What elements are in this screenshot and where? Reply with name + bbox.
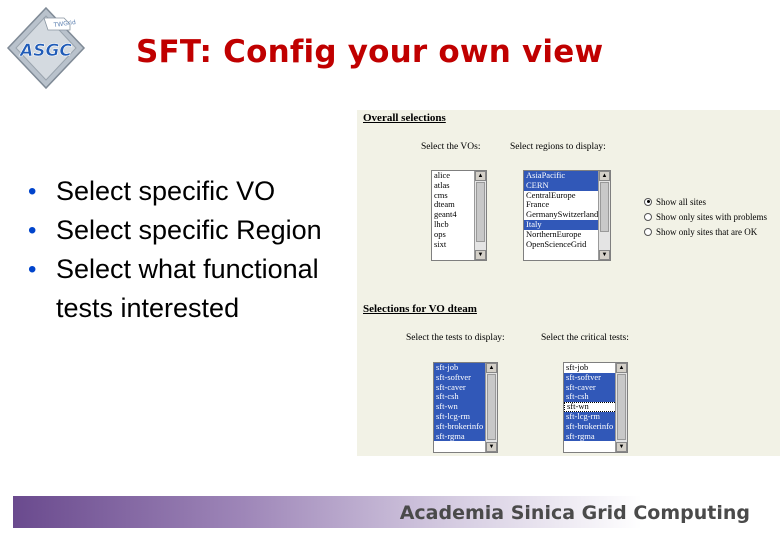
tests-listbox-scrollbar[interactable]: ▲ ▼ (485, 363, 497, 452)
bullet-dot-icon: • (28, 217, 37, 244)
vo-listbox[interactable]: alice atlas cms dteam geant4 lhcb ops sixt ▲ ▼ (431, 170, 487, 261)
site-filter-radio[interactable]: Show only sites with problems (644, 209, 767, 224)
slide-title: SFT: Config your own view (136, 34, 604, 70)
scroll-thumb[interactable] (487, 374, 496, 440)
scroll-thumb[interactable] (617, 374, 626, 440)
overall-selections-title: Overall selections (363, 112, 446, 124)
bullet-list: • Select specific VO • Select specific Reg… (28, 172, 358, 328)
config-screenshot-panel: Overall selections Select the VOs: Selec… (357, 110, 780, 456)
scroll-down-arrow-icon[interactable]: ▼ (475, 250, 486, 260)
bullet-item: • Select what functional tests interested (28, 250, 358, 328)
bullet-dot-icon: • (28, 256, 37, 283)
scroll-down-arrow-icon[interactable]: ▼ (486, 442, 497, 452)
footer-banner: Academia Sinica Grid Computing (13, 496, 780, 528)
footer-text: Academia Sinica Grid Computing (399, 502, 750, 524)
regions-listbox[interactable]: AsiaPacific CERN CentralEurope France German… (523, 170, 611, 261)
tests-select-label: Select the tests to display: (406, 333, 505, 343)
radio-label: Show all sites (656, 196, 707, 207)
radio-label: Show only sites with problems (656, 211, 768, 222)
scroll-up-arrow-icon[interactable]: ▲ (599, 171, 610, 181)
bullet-item: • Select specific VO (28, 172, 358, 211)
asgc-logo: TWGrid ASGC (6, 6, 86, 90)
site-filter-radio-group: Show all sites Show only sites with probl… (644, 194, 767, 239)
bullet-dot-icon: • (28, 178, 37, 205)
scroll-up-arrow-icon[interactable]: ▲ (475, 171, 486, 181)
scroll-down-arrow-icon[interactable]: ▼ (616, 442, 627, 452)
bullet-item: • Select specific Region (28, 211, 358, 250)
scroll-thumb[interactable] (600, 182, 609, 232)
scroll-up-arrow-icon[interactable]: ▲ (616, 363, 627, 373)
critical-select-label: Select the critical tests: (541, 333, 629, 343)
radio-label: Show only sites that are OK (656, 226, 758, 237)
tests-listbox[interactable]: sft-job sft-softver sft-caver sft-csh sft-wn… (433, 362, 498, 453)
vo-selections-title: Selections for VO dteam (363, 303, 477, 315)
vo-select-label: Select the VOs: (421, 142, 481, 152)
vo-listbox-scrollbar[interactable]: ▲ ▼ (474, 171, 486, 260)
radio-circle-icon[interactable] (644, 197, 652, 206)
regions-select-label: Select regions to display: (510, 142, 606, 152)
scroll-up-arrow-icon[interactable]: ▲ (486, 363, 497, 373)
radio-circle-icon[interactable] (644, 227, 652, 236)
regions-listbox-scrollbar[interactable]: ▲ ▼ (598, 171, 610, 260)
site-filter-radio[interactable]: Show all sites (644, 194, 767, 209)
logo-text: ASGC (18, 41, 72, 61)
scroll-down-arrow-icon[interactable]: ▼ (599, 250, 610, 260)
critical-listbox[interactable]: sft-job sft-softver sft-caver sft-csh sft-wn… (563, 362, 628, 453)
critical-listbox-scrollbar[interactable]: ▲ ▼ (615, 363, 627, 452)
radio-circle-icon[interactable] (644, 212, 652, 221)
scroll-thumb[interactable] (476, 182, 485, 242)
site-filter-radio[interactable]: Show only sites that are OK (644, 224, 767, 239)
